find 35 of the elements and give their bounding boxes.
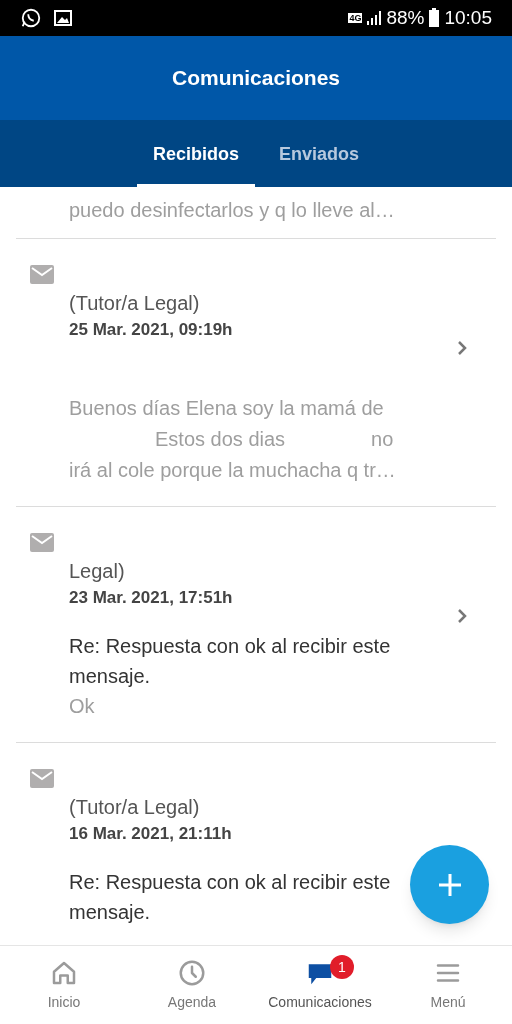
chat-bubble-icon xyxy=(20,7,42,29)
message-subject: Re: Respuesta con ok al recibir este mensaje. xyxy=(69,634,392,689)
envelope-icon xyxy=(30,533,54,552)
message-preview: Buenos días Elena soy la mamá de xyxy=(69,396,384,421)
nav-item[interactable]: Comunicaciones 1 xyxy=(256,946,384,1024)
message-preview: Ok xyxy=(69,694,95,719)
notification-badge: 1 xyxy=(330,955,354,979)
message-preview: Estos dos dias xyxy=(155,427,286,452)
message-sender: Legal) xyxy=(69,559,126,584)
message-preview: no xyxy=(371,427,394,452)
battery-icon xyxy=(428,8,441,28)
tab[interactable]: Recibidos xyxy=(136,120,255,187)
chevron-right-icon[interactable] xyxy=(456,607,468,625)
plus-icon xyxy=(436,871,463,898)
chevron-right-icon[interactable] xyxy=(456,339,468,357)
clock-time: 10:05 xyxy=(444,5,492,30)
message-date: 23 Mar. 2021, 17:51h xyxy=(69,587,234,609)
image-icon xyxy=(54,10,72,26)
screen-title: Comunicaciones xyxy=(171,65,340,92)
message-sender: (Tutor/a Legal) xyxy=(69,291,201,316)
message-sender: (Tutor/a Legal) xyxy=(69,795,201,820)
message-preview: irá al cole porque la muchacha q tr… xyxy=(69,458,396,483)
nav-item[interactable]: Menú xyxy=(384,946,512,1024)
nav-item[interactable]: Inicio xyxy=(0,946,128,1024)
tab[interactable]: Enviados xyxy=(263,120,376,187)
envelope-icon xyxy=(30,769,54,788)
message-date: 16 Mar. 2021, 21:11h xyxy=(69,823,233,845)
signal-icon xyxy=(366,10,383,26)
message-date: 25 Mar. 2021, 09:19h xyxy=(69,319,234,341)
network-type: 4G xyxy=(348,13,363,23)
message-subject: Re: Respuesta con ok al recibir este mensaje. xyxy=(69,870,392,925)
envelope-icon xyxy=(30,265,54,284)
battery-level: 88% xyxy=(386,5,425,30)
nav-item[interactable]: Agenda xyxy=(128,946,256,1024)
message-preview: puedo desinfectarlos y q lo lleve al… xyxy=(69,198,395,223)
